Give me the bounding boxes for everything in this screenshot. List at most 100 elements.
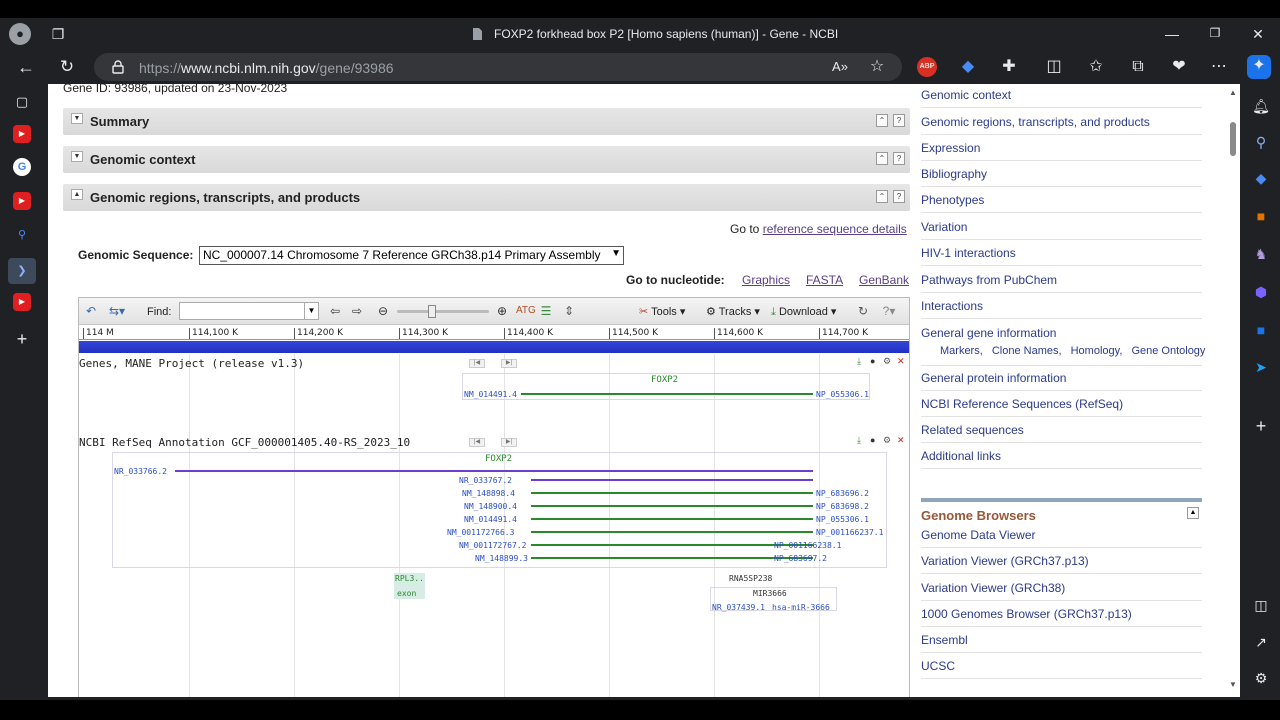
- track-next-icon[interactable]: ▶|: [501, 359, 517, 368]
- transcript-label[interactable]: NM_148900.4: [464, 502, 517, 511]
- section-genomic-context[interactable]: ▼ Genomic context ⌃ ?: [63, 146, 910, 173]
- shopping-icon[interactable]: ◆: [1251, 168, 1271, 188]
- scroll-up-icon[interactable]: ▲: [1227, 88, 1239, 97]
- favorite-star-icon[interactable]: ☆: [866, 56, 888, 78]
- track-settings-icon[interactable]: ⚙: [883, 356, 891, 367]
- youtube-tab-icon[interactable]: ▶: [13, 125, 31, 143]
- collections-icon[interactable]: ⧉: [1127, 56, 1149, 78]
- search-sidebar-icon[interactable]: ⚲: [1251, 132, 1271, 152]
- protein-label[interactable]: NP_683698.2: [816, 502, 869, 511]
- collapse-tracks-icon[interactable]: ⇕: [561, 304, 577, 318]
- protein-label[interactable]: NP_683697.2: [774, 554, 827, 563]
- transcript-label[interactable]: NM_014491.4: [464, 515, 517, 524]
- transcript-label[interactable]: NM_001172767.2: [459, 541, 526, 550]
- tab-title[interactable]: FOXP2 forkhead box P2 [Homo sapiens (hum…: [494, 27, 838, 41]
- section-genomic-regions[interactable]: ▲ Genomic regions, transcripts, and prod…: [63, 184, 910, 211]
- genome-browser-link[interactable]: Genome Data Viewer: [921, 528, 1202, 548]
- nav-item[interactable]: NCBI Reference Sequences (RefSeq): [921, 397, 1202, 417]
- genome-browser-link[interactable]: Ensembl: [921, 633, 1202, 653]
- help-icon[interactable]: ?: [893, 190, 905, 203]
- tracks-overview-icon[interactable]: ☰: [538, 304, 554, 318]
- nav-item[interactable]: Related sequences: [921, 423, 1202, 443]
- restore-icon[interactable]: ❐: [1205, 26, 1225, 40]
- extensions-puzzle-icon[interactable]: ✚: [998, 56, 1020, 78]
- zoom-out-icon[interactable]: ⊖: [375, 304, 391, 318]
- refresh-icon[interactable]: ↻: [56, 56, 78, 78]
- nav-item[interactable]: Phenotypes: [921, 193, 1202, 213]
- transcript-line[interactable]: [531, 557, 813, 559]
- youtube-tab-icon-3[interactable]: ▶: [13, 293, 31, 311]
- telegram-icon[interactable]: ➤: [1251, 357, 1271, 377]
- nav-item[interactable]: Genomic regions, transcripts, and produc…: [921, 115, 1202, 135]
- track-prev-icon[interactable]: |◀: [469, 438, 485, 447]
- genomic-sequence-select[interactable]: NC_000007.14 Chromosome 7 Reference GRCh…: [199, 246, 624, 265]
- gene-ontology-link[interactable]: Gene Ontology: [1131, 345, 1205, 357]
- download-menu[interactable]: ⤓ Download ▾: [771, 305, 836, 319]
- track-download-icon[interactable]: ⤓: [857, 356, 861, 367]
- minimize-icon[interactable]: —: [1162, 26, 1182, 42]
- sidebar-panel-icon[interactable]: ◫: [1251, 595, 1271, 615]
- reference-sequence-details-link[interactable]: reference sequence details: [763, 222, 907, 236]
- genome-browser-link[interactable]: Variation Viewer (GRCh37.p13): [921, 554, 1202, 574]
- collapse-all-icon[interactable]: ⌃: [876, 152, 888, 165]
- nav-item[interactable]: General protein information: [921, 371, 1202, 391]
- notification-icon[interactable]: 🔔︎: [1251, 96, 1271, 116]
- google-tab-icon[interactable]: G: [13, 158, 31, 176]
- track-close-icon[interactable]: ✕: [897, 435, 905, 446]
- help-menu-icon[interactable]: ?▾: [877, 304, 901, 318]
- tab-list-icon[interactable]: ▢: [13, 93, 31, 111]
- nav-item[interactable]: Interactions: [921, 299, 1202, 319]
- chevron-down-icon[interactable]: ▼: [304, 303, 318, 319]
- help-icon[interactable]: ?: [893, 114, 905, 127]
- fasta-link[interactable]: FASTA: [806, 273, 843, 287]
- collapse-all-icon[interactable]: ⌃: [876, 190, 888, 203]
- zoom-slider-handle[interactable]: [428, 305, 436, 318]
- collapse-toggle-icon[interactable]: ▲: [71, 189, 83, 200]
- transcript-line[interactable]: [531, 518, 813, 520]
- sequence-view-icon[interactable]: ATG: [516, 304, 536, 318]
- add-sidebar-icon[interactable]: +: [1251, 416, 1271, 436]
- active-tab-icon[interactable]: ❯: [8, 258, 36, 284]
- microsoft365-icon[interactable]: ⬢: [1251, 282, 1271, 302]
- scroll-down-icon[interactable]: ▼: [1227, 680, 1239, 689]
- nav-item[interactable]: Pathways from PubChem: [921, 273, 1202, 293]
- extension-shield-icon[interactable]: ◆: [957, 56, 979, 78]
- nav-item[interactable]: Bibliography: [921, 167, 1202, 187]
- open-external-icon[interactable]: ↗: [1251, 632, 1271, 652]
- transcript-label[interactable]: NM_148899.3: [475, 554, 528, 563]
- favorites-icon[interactable]: ✩: [1085, 56, 1107, 78]
- transcript-label[interactable]: NR_033766.2: [114, 467, 167, 476]
- copilot-icon[interactable]: ✦: [1247, 55, 1271, 79]
- mir-product-label[interactable]: hsa-miR-3666: [772, 603, 830, 612]
- nav-item[interactable]: Genomic context: [921, 88, 1202, 108]
- transcript-line[interactable]: [531, 505, 813, 507]
- transcript-label[interactable]: NM_014491.4: [464, 390, 517, 399]
- track-next-icon[interactable]: ▶|: [501, 438, 517, 447]
- reset-icon[interactable]: ⇆▾: [105, 304, 129, 318]
- new-tab-icon[interactable]: +: [13, 330, 31, 348]
- performance-icon[interactable]: ❤: [1168, 56, 1190, 78]
- tools-menu[interactable]: ✂ Tools ▾: [639, 305, 685, 318]
- expand-toggle-icon[interactable]: ▼: [71, 151, 83, 162]
- lock-icon[interactable]: [112, 60, 124, 74]
- track-info-icon[interactable]: ●: [870, 356, 875, 366]
- clone-names-link[interactable]: Clone Names,: [992, 345, 1062, 357]
- transcript-line[interactable]: [175, 470, 813, 472]
- track-close-icon[interactable]: ✕: [897, 356, 905, 367]
- rpl-label[interactable]: RPL3..: [395, 574, 424, 583]
- graphics-link[interactable]: Graphics: [742, 273, 790, 287]
- genome-browser-link[interactable]: Variation Viewer (GRCh38): [921, 581, 1202, 601]
- nav-item[interactable]: HIV-1 interactions: [921, 246, 1202, 266]
- transcript-line[interactable]: [531, 544, 813, 546]
- protein-label[interactable]: NP_001166238.1: [774, 541, 841, 550]
- more-menu-icon[interactable]: ⋯: [1208, 56, 1230, 78]
- outlook-icon[interactable]: ■: [1251, 320, 1271, 340]
- genbank-link[interactable]: GenBank: [859, 273, 909, 287]
- help-icon[interactable]: ?: [893, 152, 905, 165]
- search-tab-icon[interactable]: ⚲: [13, 226, 31, 244]
- sequence-viewer[interactable]: ↶ ⇆▾ Find: ▼ ⇦ ⇨ ⊖ ⊕ ATG ☰ ⇕ ✂ Tools ▾ ⚙…: [78, 297, 910, 697]
- nav-item[interactable]: Additional links: [921, 449, 1202, 469]
- markers-link[interactable]: Markers,: [940, 345, 983, 357]
- nav-item[interactable]: Expression: [921, 141, 1202, 161]
- youtube-tab-icon-2[interactable]: ▶: [13, 192, 31, 210]
